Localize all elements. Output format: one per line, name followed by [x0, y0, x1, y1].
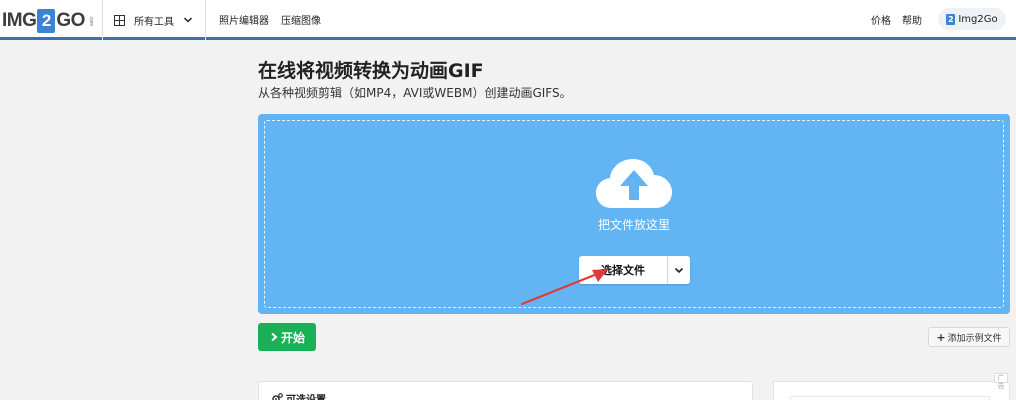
add-sample-file-button[interactable]: + 添加示例文件	[928, 327, 1010, 347]
page-subtitle: 从各种视频剪辑（如MP4，AVI或WEBM）创建动画GIFS。	[258, 86, 572, 100]
add-sample-file-label: 添加示例文件	[947, 333, 1002, 344]
optional-settings-title: 可选设置	[286, 391, 326, 400]
red-annotation-arrow	[520, 269, 608, 306]
grid-icon	[114, 14, 125, 26]
nav-help[interactable]: 帮助	[902, 12, 922, 27]
nav-divider	[205, 0, 206, 40]
logo-text-mid: 2	[37, 9, 56, 33]
nav-compress-image[interactable]: 压缩图像	[281, 12, 321, 27]
logo-text-left: IMG	[2, 10, 37, 31]
all-tools-label: 所有工具	[134, 16, 174, 28]
ad-badge[interactable]: 广告	[994, 373, 1008, 390]
start-button[interactable]: 开始	[258, 323, 316, 351]
logo-suffix: .com	[87, 16, 94, 26]
optional-settings-panel: 可选设置	[258, 381, 753, 400]
drop-files-text: 把文件放这里	[597, 218, 670, 232]
chevron-right-icon	[271, 332, 278, 342]
nav-divider	[102, 0, 103, 40]
img2go-logo[interactable]: IMG 2 GO .com	[2, 8, 96, 34]
img2go-account-label: Img2Go	[958, 13, 998, 25]
plus-icon: +	[936, 330, 946, 344]
start-button-label: 开始	[280, 330, 305, 345]
nav-photo-editor[interactable]: 照片编辑器	[219, 12, 269, 27]
nav-pricing[interactable]: 价格	[871, 12, 891, 27]
page-title: 在线将视频转换为动画GIF	[258, 60, 484, 82]
img2go-account-button[interactable]: 2 Img2Go	[938, 8, 1006, 30]
choose-source-dropdown[interactable]	[668, 256, 690, 284]
gears-icon	[272, 393, 283, 400]
chevron-down-icon	[674, 267, 684, 274]
file-drop-zone[interactable]: 把文件放这里 选择文件	[258, 114, 1010, 314]
cloud-upload-icon	[596, 159, 672, 208]
optional-settings-header[interactable]: 可选设置	[272, 391, 326, 400]
chevron-down-icon	[183, 17, 193, 23]
img2go-small-logo-icon: 2	[946, 13, 956, 25]
all-tools-menu[interactable]: 所有工具	[114, 10, 193, 30]
ad-inner-frame	[790, 396, 990, 400]
logo-text-right: GO	[56, 10, 85, 31]
top-navbar: IMG 2 GO .com 所有工具 照片编辑器 压缩图像 价格 帮助 2 Im…	[0, 0, 1016, 40]
